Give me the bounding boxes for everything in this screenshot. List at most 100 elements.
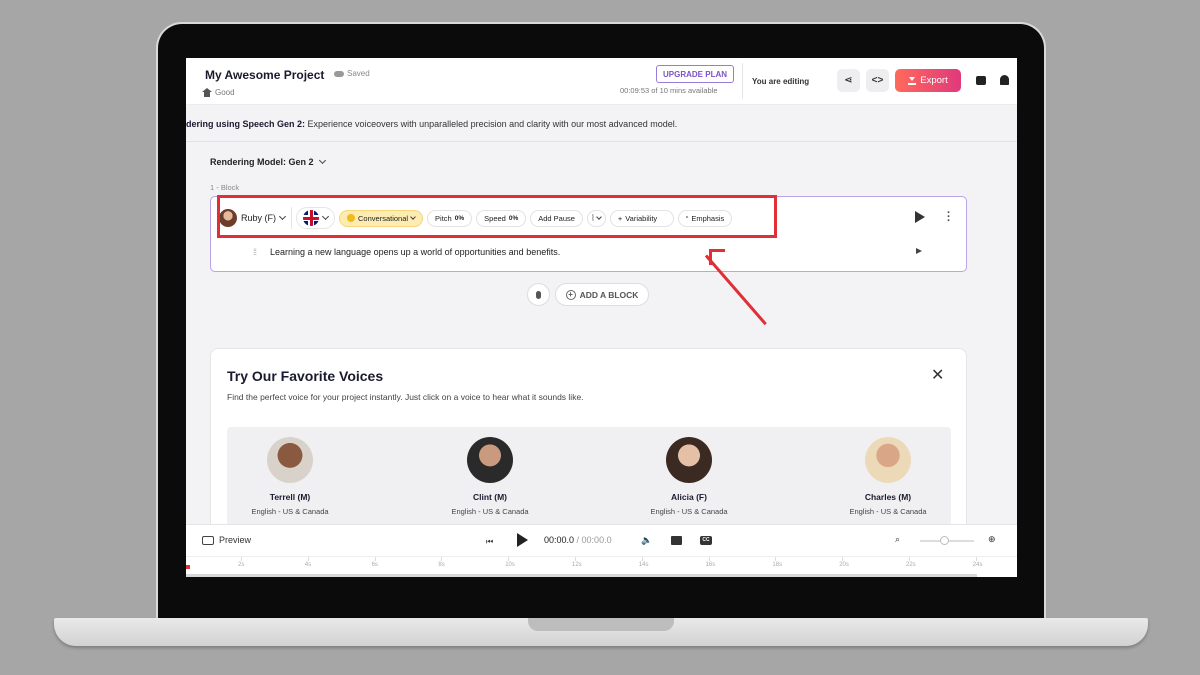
voice-avatar bbox=[467, 437, 513, 483]
minutes-available: 00:09:53 of 10 mins available bbox=[620, 86, 718, 95]
player-bar: Preview ⏮ 00:00.0 / 00:00.0 🔈 CC ⌕ ⊕ bbox=[186, 524, 1017, 556]
home-icon bbox=[202, 88, 212, 97]
timeline-tick-mark bbox=[641, 557, 643, 561]
voice-avatar bbox=[666, 437, 712, 483]
skip-back-icon[interactable]: ⏮ bbox=[486, 537, 493, 547]
play-line-button[interactable] bbox=[916, 248, 922, 254]
voice-card-name: Alicia (F) bbox=[671, 492, 707, 502]
zoom-slider-handle[interactable] bbox=[940, 536, 949, 545]
timeline-tick-label: 10s bbox=[505, 562, 515, 568]
timeline-tick-mark bbox=[708, 557, 710, 561]
record-button[interactable] bbox=[527, 283, 550, 306]
timeline-tick-label: 20s bbox=[839, 562, 849, 568]
mic-icon bbox=[536, 290, 541, 299]
volume-icon[interactable]: 🔈 bbox=[641, 535, 652, 546]
app-header: My Awesome Project Saved Good UPGRADE PL… bbox=[186, 58, 1017, 105]
rendering-model-label: Rendering Model: Gen 2 bbox=[210, 157, 314, 167]
chevron-down-icon bbox=[318, 156, 326, 165]
preview-icon bbox=[202, 535, 214, 545]
time-display: 00:00.0 / 00:00.0 bbox=[544, 535, 612, 545]
voice-card-name: Charles (M) bbox=[864, 492, 912, 502]
voice-list: Terrell (M) English - US & Canada Clint … bbox=[227, 427, 951, 537]
timeline-tick-label: 22s bbox=[906, 562, 916, 568]
panel-title: Try Our Favorite Voices bbox=[227, 368, 384, 384]
timeline-tick-mark bbox=[842, 557, 844, 561]
annotation-arrow-head bbox=[709, 249, 725, 265]
upgrade-plan-button[interactable]: UPGRADE PLAN bbox=[656, 65, 735, 83]
export-button[interactable]: Export bbox=[895, 69, 961, 92]
laptop-notch bbox=[528, 618, 674, 631]
captions-icon[interactable]: CC bbox=[700, 536, 712, 545]
timeline-tick-label: 4s bbox=[304, 562, 312, 568]
preview-button[interactable]: Preview bbox=[202, 535, 251, 545]
chat-icon[interactable] bbox=[976, 76, 986, 85]
zoom-in-icon[interactable]: ⊕ bbox=[988, 534, 996, 545]
play-block-button[interactable] bbox=[915, 211, 925, 223]
voice-card-name: Clint (M) bbox=[473, 492, 507, 502]
project-title[interactable]: My Awesome Project bbox=[205, 68, 324, 82]
rendering-model-select[interactable]: Rendering Model: Gen 2 bbox=[210, 156, 326, 167]
voice-card-language: English - US & Canada bbox=[849, 507, 927, 516]
voice-card-language: English - US & Canada bbox=[451, 507, 529, 516]
timeline-tick-mark bbox=[241, 557, 242, 561]
share-button[interactable]: ⋖ bbox=[837, 69, 860, 92]
timeline-tick-mark bbox=[575, 557, 576, 561]
drag-handle-icon[interactable]: ⁞⁞ bbox=[253, 247, 257, 257]
timeline-tick-label: 18s bbox=[772, 562, 783, 568]
save-status-label: Saved bbox=[347, 69, 370, 78]
voice-avatar bbox=[267, 437, 313, 483]
timeline-tick-mark bbox=[508, 557, 510, 561]
timeline-tick-mark bbox=[307, 557, 309, 561]
timeline-tick-label: 12s bbox=[572, 562, 582, 568]
annotation-highlight-box bbox=[217, 195, 777, 238]
save-status: Saved bbox=[334, 69, 370, 78]
timeline-ruler[interactable]: 2s 4s 6s 8s 10s 12s 14s 16s 18s 20s 22s 24s bbox=[186, 556, 1017, 577]
timeline-scrollbar[interactable] bbox=[186, 574, 977, 577]
timeline-tick-mark bbox=[909, 557, 910, 561]
banner-bold: dering using Speech Gen 2: bbox=[186, 119, 306, 129]
cloud-icon bbox=[334, 70, 344, 77]
bell-icon[interactable] bbox=[1000, 75, 1009, 85]
timeline-tick-mark bbox=[975, 557, 977, 561]
banner-divider bbox=[186, 141, 1017, 142]
voice-avatar bbox=[865, 437, 911, 483]
app-screen: My Awesome Project Saved Good UPGRADE PL… bbox=[186, 58, 1017, 577]
close-icon[interactable]: ✕ bbox=[931, 365, 944, 385]
timeline-tick-label: 24s bbox=[972, 562, 983, 568]
more-options-icon[interactable]: · · · bbox=[947, 208, 951, 227]
export-label: Export bbox=[920, 75, 948, 86]
timeline-tick-label: 14s bbox=[638, 562, 649, 568]
timeline-tick-label: 6s bbox=[371, 562, 378, 568]
add-block-label: ADD A BLOCK bbox=[579, 289, 639, 300]
film-icon[interactable] bbox=[671, 536, 682, 545]
voice-card-name: Terrell (M) bbox=[269, 492, 311, 502]
voice-card-charles[interactable]: Charles (M) English - US & Canada bbox=[808, 437, 968, 516]
embed-button[interactable]: <> bbox=[866, 69, 889, 92]
timeline-tick-mark bbox=[374, 557, 376, 561]
block-text-input[interactable]: Learning a new language opens up a world… bbox=[270, 247, 560, 257]
zoom-out-icon[interactable]: ⌕ bbox=[895, 534, 900, 545]
add-block-button[interactable]: + ADD A BLOCK bbox=[555, 283, 649, 306]
playhead[interactable] bbox=[186, 565, 190, 569]
plus-circle-icon: + bbox=[565, 289, 576, 300]
voice-card-language: English - US & Canada bbox=[650, 507, 728, 516]
quality-label: Good bbox=[215, 88, 235, 97]
voice-card-clint[interactable]: Clint (M) English - US & Canada bbox=[410, 437, 570, 516]
banner-text: Experience voiceovers with unparalleled … bbox=[305, 119, 678, 129]
timeline-tick-mark bbox=[775, 557, 777, 561]
editing-status: You are editing bbox=[752, 77, 810, 86]
preview-label: Preview bbox=[219, 535, 252, 545]
voice-card-alicia[interactable]: Alicia (F) English - US & Canada bbox=[609, 437, 769, 516]
panel-description: Find the perfect voice for your project … bbox=[227, 392, 584, 402]
voice-card-terrell[interactable]: Terrell (M) English - US & Canada bbox=[210, 437, 370, 516]
timeline-tick-label: 16s bbox=[705, 562, 716, 568]
quality-indicator: Good bbox=[202, 88, 235, 97]
timeline-tick-mark bbox=[441, 557, 443, 561]
timeline-tick-label: 8s bbox=[438, 562, 445, 568]
play-button[interactable] bbox=[517, 533, 528, 547]
header-divider bbox=[742, 63, 743, 99]
voice-card-language: English - US & Canada bbox=[251, 507, 329, 516]
block-label: 1 - Block bbox=[210, 183, 240, 192]
download-icon bbox=[908, 76, 917, 85]
code-icon: <> bbox=[871, 75, 884, 86]
